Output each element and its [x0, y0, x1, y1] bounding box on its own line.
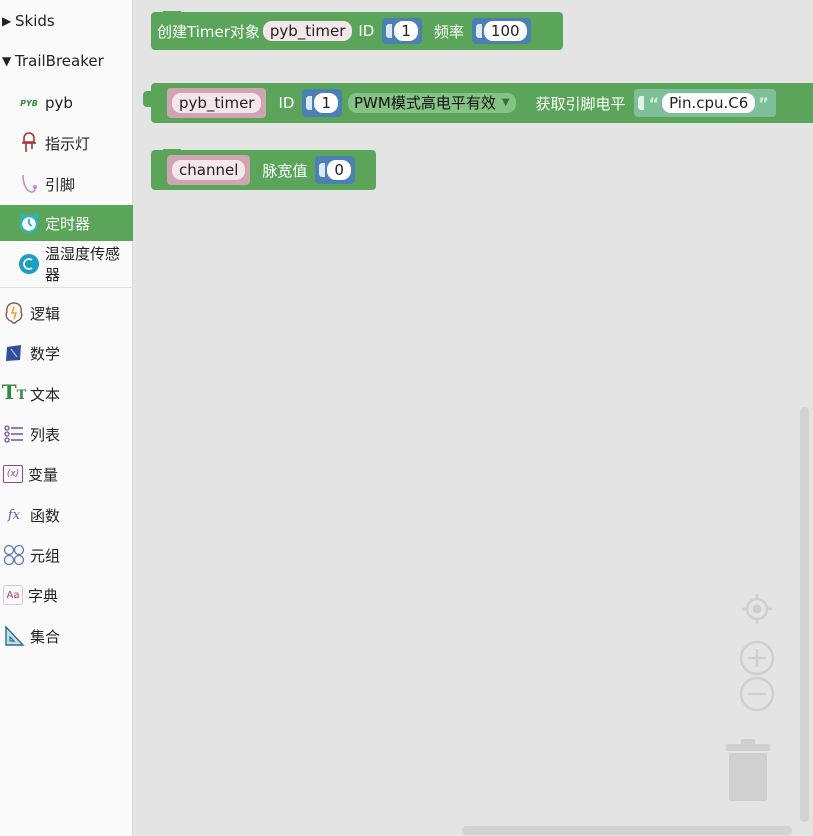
- text-icon: TT: [1, 380, 27, 404]
- sensor-icon: [18, 253, 40, 275]
- frequency-socket: 100: [471, 18, 531, 44]
- zoom-in-icon[interactable]: [739, 640, 775, 680]
- category-timer[interactable]: 定时器: [0, 205, 133, 241]
- horizontal-scrollbar[interactable]: [462, 826, 792, 835]
- block-notch: [163, 11, 181, 17]
- timer-variable-field[interactable]: pyb_timer: [262, 21, 353, 41]
- category-trailbreaker[interactable]: ▼ TrailBreaker: [0, 43, 133, 79]
- pulse-width-block[interactable]: channel 脉宽值 0: [151, 149, 376, 190]
- category-label: 定时器: [45, 214, 91, 233]
- category-pin[interactable]: 引脚: [0, 166, 133, 202]
- set-icon: [3, 625, 25, 647]
- pulse-width-number-field[interactable]: 0: [327, 160, 351, 180]
- trash-icon[interactable]: [724, 738, 772, 806]
- category-label: 列表: [30, 425, 61, 444]
- alarm-clock-icon: [18, 212, 40, 234]
- blocks-workspace[interactable]: 创建Timer对象 pyb_timer ID 1 频率 100 pyb_time…: [133, 0, 813, 836]
- id-number-field[interactable]: 1: [394, 21, 418, 41]
- math-icon: [3, 342, 25, 364]
- category-label: 文本: [30, 385, 61, 404]
- block-notch: [163, 149, 181, 155]
- pulse-width-socket: 0: [315, 156, 355, 184]
- id-socket: 1: [382, 18, 422, 44]
- category-skids[interactable]: ▶ Skids: [0, 3, 133, 39]
- socket-plug: [319, 163, 326, 177]
- pyb-icon: PYB: [20, 98, 38, 108]
- category-label: 集合: [30, 627, 61, 646]
- category-label: TrailBreaker: [15, 52, 104, 70]
- category-label: 变量: [28, 465, 59, 484]
- center-target-icon[interactable]: [740, 592, 774, 630]
- category-toolbox: ▶ Skids ▼ TrailBreaker PYB pyb 指示灯 引脚 定时…: [0, 0, 133, 836]
- triangle-down-icon: ▼: [2, 54, 12, 68]
- vertical-scrollbar[interactable]: [800, 407, 809, 822]
- timer-variable-field[interactable]: pyb_timer: [172, 93, 262, 113]
- triangle-right-icon: ▶: [2, 14, 12, 28]
- chevron-down-icon: ▼: [501, 97, 510, 108]
- category-label: 数学: [30, 344, 61, 363]
- create-timer-label: 创建Timer对象: [157, 22, 260, 41]
- channel-variable-field[interactable]: channel: [172, 160, 246, 180]
- led-icon: [18, 132, 40, 154]
- frequency-number-field[interactable]: 100: [483, 21, 527, 41]
- timer-channel-block[interactable]: pyb_timer ID 1 PWM模式高电平有效 ▼ 获取引脚电平 “ Pin…: [143, 83, 813, 123]
- pwm-mode-value: PWM模式高电平有效: [354, 94, 496, 112]
- category-label: 指示灯: [45, 134, 91, 153]
- pwm-mode-dropdown[interactable]: PWM模式高电平有效 ▼: [348, 93, 516, 113]
- category-label: 逻辑: [30, 304, 61, 323]
- socket-plug: [306, 96, 313, 110]
- pin-text-socket: “ Pin.cpu.C6 ”: [633, 89, 776, 117]
- zoom-out-icon[interactable]: [739, 676, 775, 716]
- frequency-label: 频率: [433, 22, 464, 41]
- category-label: 引脚: [45, 175, 76, 194]
- category-label: pyb: [45, 94, 73, 112]
- category-list[interactable]: 列表: [0, 416, 133, 452]
- close-quote-icon: ”: [758, 93, 769, 113]
- pin-icon: [18, 173, 40, 195]
- category-tuple[interactable]: 元组: [0, 537, 133, 573]
- category-function[interactable]: fx 函数: [0, 497, 133, 533]
- category-text[interactable]: TT 文本: [0, 376, 133, 412]
- list-icon: [3, 423, 25, 445]
- timer-variable-socket: pyb_timer: [167, 88, 267, 118]
- id-label: ID: [358, 22, 375, 40]
- category-math[interactable]: 数学: [0, 335, 133, 371]
- pin-text-field[interactable]: Pin.cpu.C6: [662, 93, 756, 113]
- open-quote-icon: “: [648, 93, 660, 113]
- id-number-field[interactable]: 1: [314, 93, 339, 113]
- channel-variable-socket: channel: [167, 155, 251, 185]
- category-label: 温湿度传感器: [45, 245, 121, 284]
- category-set[interactable]: 集合: [0, 618, 133, 654]
- id-label: ID: [278, 94, 295, 112]
- id-socket: 1: [302, 89, 343, 117]
- category-label: 字典: [28, 586, 59, 605]
- output-plug: [143, 91, 153, 107]
- category-label: 元组: [30, 546, 61, 565]
- category-label: Skids: [15, 12, 55, 30]
- tuple-icon: [3, 544, 25, 566]
- dictionary-icon: Aa: [3, 585, 23, 605]
- category-divider: [0, 287, 133, 288]
- socket-plug: [475, 24, 482, 38]
- category-dictionary[interactable]: Aa 字典: [0, 577, 133, 613]
- category-led[interactable]: 指示灯: [0, 125, 133, 161]
- category-variable[interactable]: (x) 变量: [0, 456, 133, 492]
- create-timer-block[interactable]: 创建Timer对象 pyb_timer ID 1 频率 100: [151, 11, 563, 50]
- category-sensor[interactable]: 温湿度传感器: [0, 245, 133, 284]
- category-label: 函数: [30, 506, 61, 525]
- function-icon: fx: [7, 507, 21, 523]
- socket-plug: [637, 96, 644, 110]
- socket-plug: [386, 24, 393, 38]
- variable-icon: (x): [3, 465, 23, 483]
- pulse-width-label: 脉宽值: [262, 161, 308, 180]
- category-pyb[interactable]: PYB pyb: [0, 85, 133, 121]
- logic-icon: [3, 302, 25, 324]
- get-pin-level-label: 获取引脚电平: [535, 94, 626, 113]
- category-logic[interactable]: 逻辑: [0, 295, 133, 331]
